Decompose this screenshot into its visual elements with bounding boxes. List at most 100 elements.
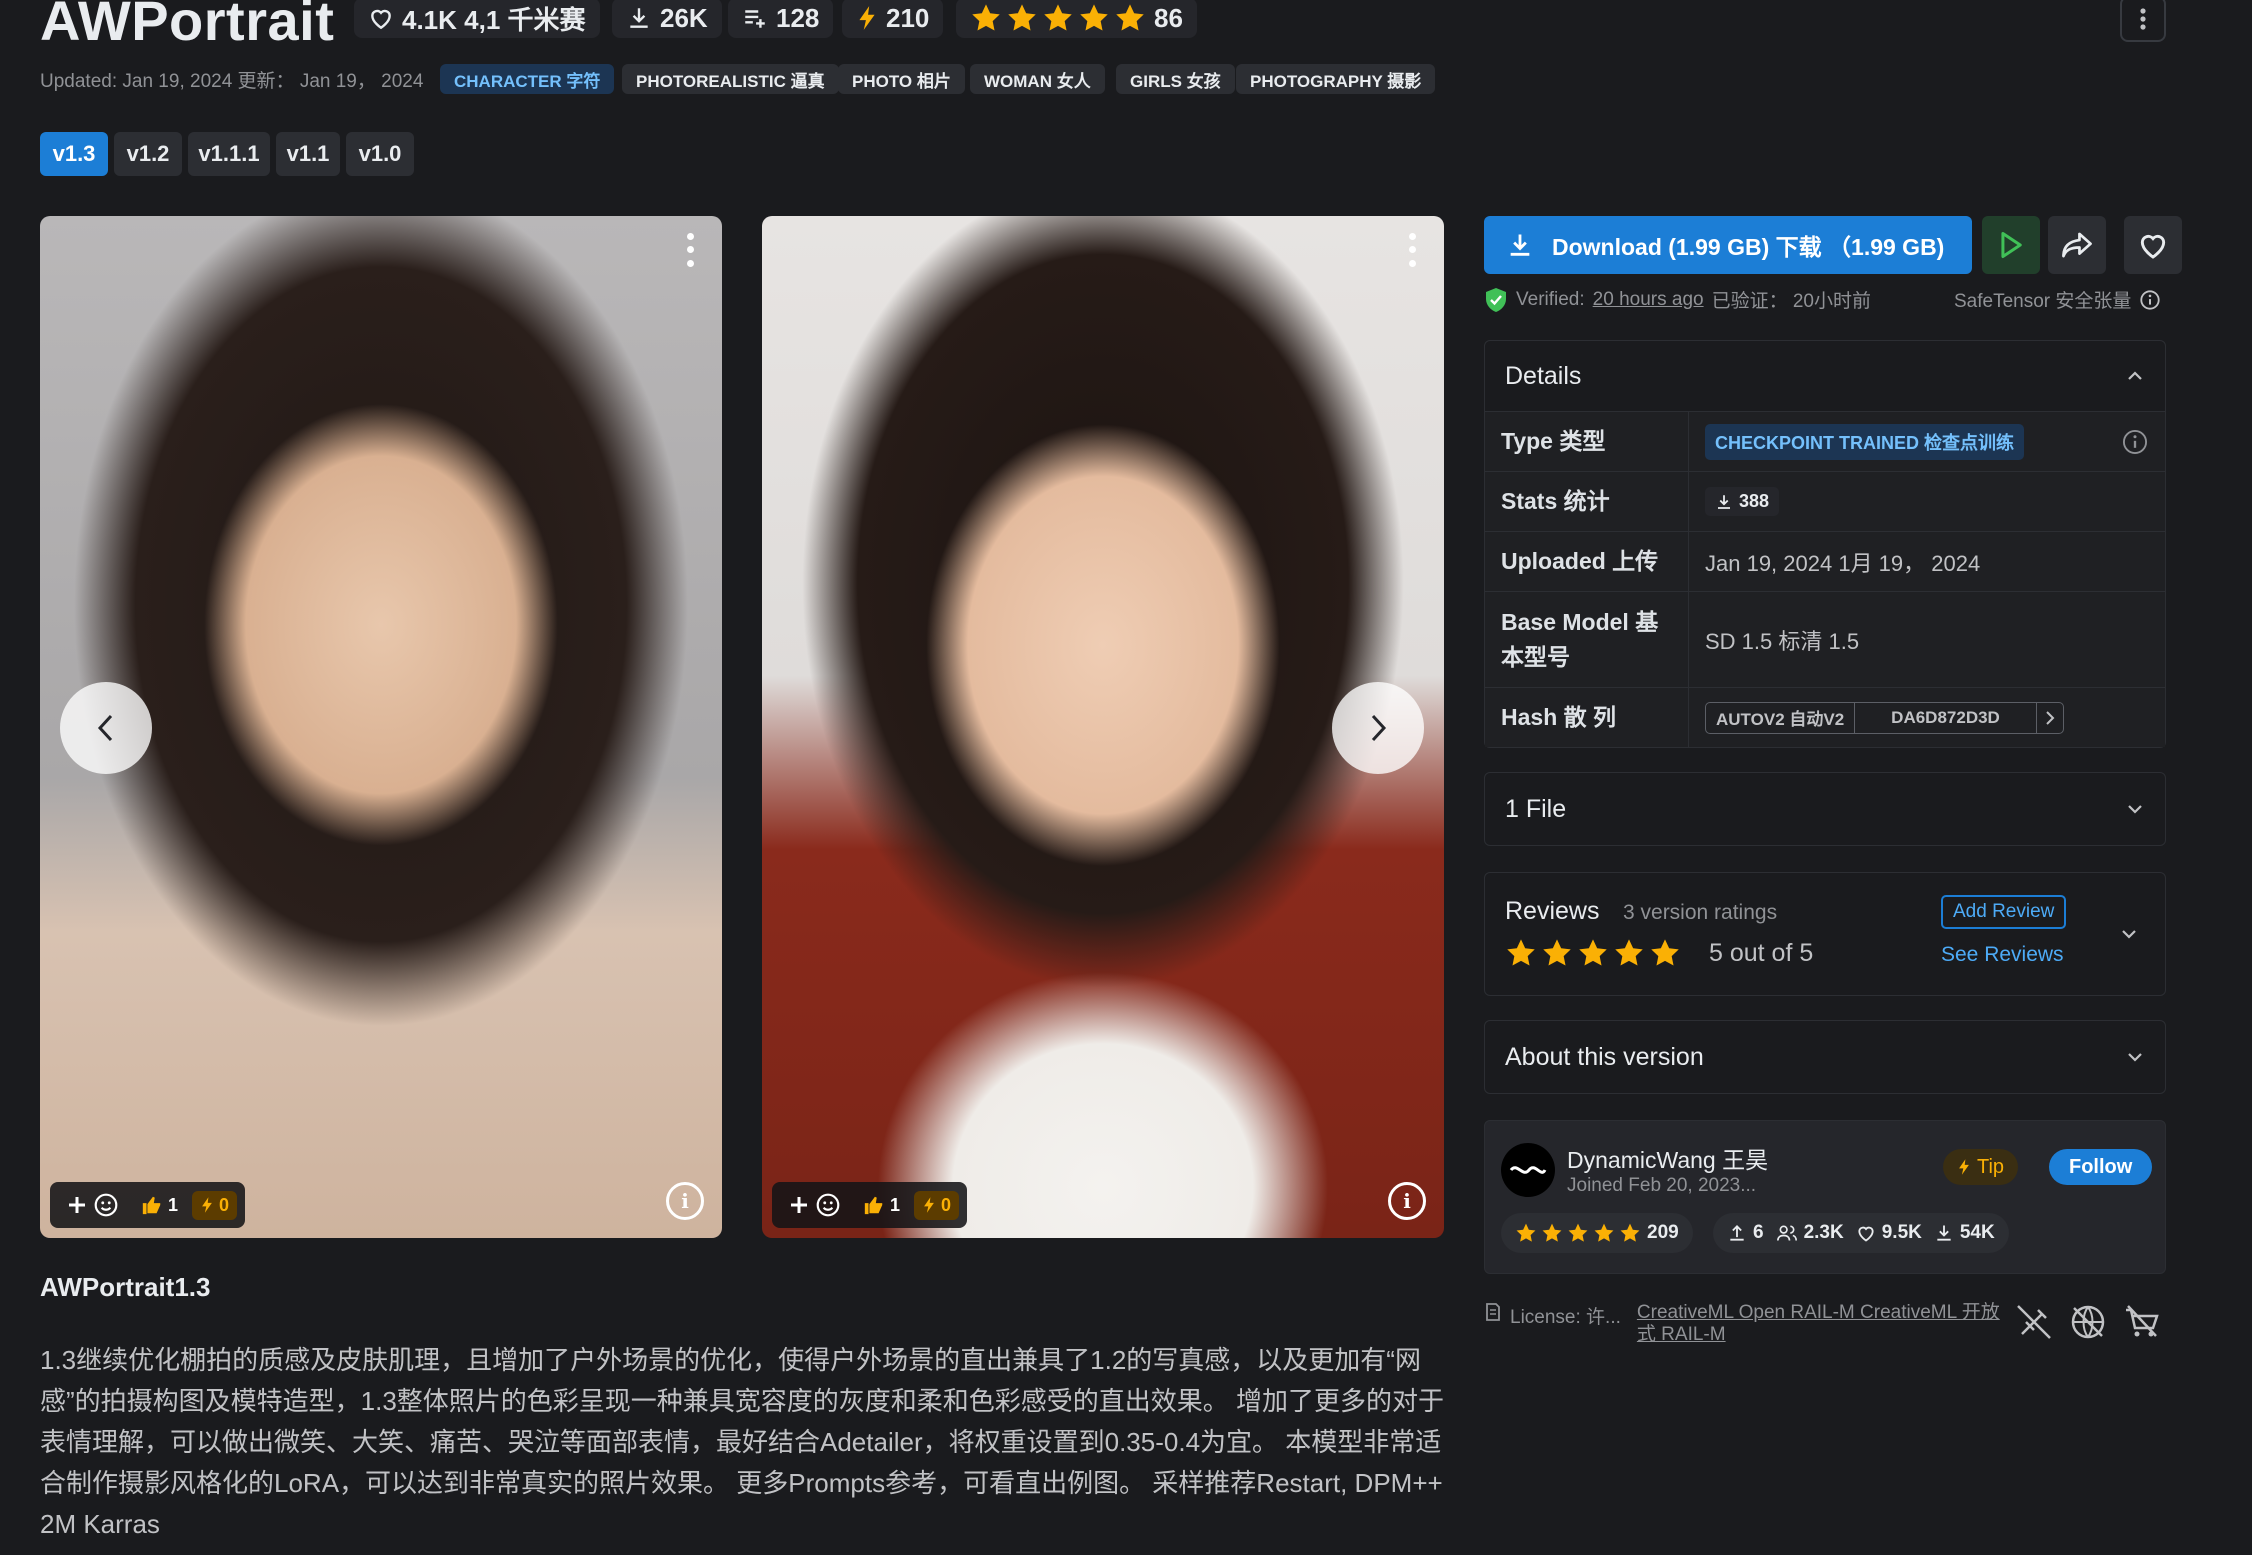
add-reaction-button[interactable] (780, 1188, 849, 1222)
description-title: AWPortrait1.3 (40, 1272, 211, 1302)
star-icon (1507, 939, 1535, 966)
verified-time-link[interactable]: 20 hours ago (1593, 289, 1704, 311)
download-stat-count: 388 (1739, 491, 1770, 511)
uploads-stat: 6 (1727, 1222, 1764, 1244)
download-button[interactable]: Download (1.99 GB) 下载 （1.99 GB) (1484, 216, 1972, 274)
rating-stat[interactable]: 86 (956, 0, 1197, 38)
bolt-icon (859, 6, 875, 30)
avatar[interactable] (1501, 1143, 1555, 1197)
share-button[interactable] (2048, 216, 2106, 274)
detail-row-hash: Hash 散 列 AUTOV2 自动V2 DA6D872D3D (1485, 687, 2165, 747)
tag-character[interactable]: CHARACTER 字符 (440, 64, 615, 94)
version-tab-v1-2[interactable]: v1.2 (114, 132, 182, 176)
description-body: 1.3继续优化棚拍的质感及皮肤肌理，且增加了户外场景的优化，使得户外场景的直出兼… (40, 1345, 1445, 1539)
image-info-button[interactable]: i (666, 1182, 704, 1220)
buzz-stat[interactable]: 210 (842, 0, 944, 38)
tip-button[interactable]: Tip (1943, 1149, 2019, 1185)
download-icon (1510, 234, 1530, 256)
tag-photography[interactable]: PHOTOGRAPHY 摄影 (1236, 64, 1436, 94)
files-heading: 1 File (1505, 794, 1567, 823)
likes-stat[interactable]: 4.1K 4,1 千米赛 (354, 0, 600, 38)
plus-icon (791, 1197, 807, 1213)
model-title: AWPortrait (40, 0, 335, 52)
download-stat-badge: 388 (1705, 487, 1780, 516)
creator-likes-stat: 9.5K (1856, 1222, 1922, 1244)
follow-button[interactable]: Follow (2049, 1149, 2153, 1185)
collections-stat[interactable]: 128 (728, 0, 834, 38)
star-icon (1615, 939, 1643, 966)
image-info-button[interactable]: i (1388, 1182, 1426, 1220)
star-icon (1594, 1223, 1614, 1242)
about-heading: About this version (1505, 1042, 1704, 1071)
reviews-count: 3 version ratings (1623, 901, 1778, 924)
image-reactions: 1 0 (50, 1182, 246, 1228)
info-icon[interactable] (2139, 289, 2161, 311)
thumbs-up-reaction[interactable]: 1 (133, 1190, 186, 1220)
tag-photo[interactable]: PHOTO 相片 (838, 64, 965, 94)
version-tab-v1-1[interactable]: v1.1 (276, 132, 340, 176)
followers-stat: 2.3K (1776, 1222, 1844, 1244)
thumbs-up-icon (864, 1196, 883, 1215)
carousel-next-button[interactable] (1332, 682, 1424, 774)
add-review-button[interactable]: Add Review (1941, 895, 2067, 929)
info-icon[interactable] (2121, 428, 2149, 456)
version-tab-v1-1-1[interactable]: v1.1.1 (188, 132, 270, 176)
heart-icon (2140, 234, 2166, 259)
download-icon (630, 8, 648, 28)
see-reviews-link[interactable]: See Reviews (1941, 943, 2064, 967)
play-icon (2001, 231, 2022, 259)
chevron-down-icon[interactable] (2119, 927, 2139, 941)
creator-rating-chip: 209 (1501, 1213, 1693, 1253)
about-panel[interactable]: About this version (1484, 1020, 2166, 1094)
base-model-value: SD 1.5 标清 1.5 (1705, 628, 1860, 654)
add-reaction-button[interactable] (58, 1188, 127, 1222)
hash-next-button[interactable] (2037, 703, 2063, 733)
hash-box[interactable]: AUTOV2 自动V2 DA6D872D3D (1705, 701, 2064, 734)
playlist-add-icon (745, 10, 765, 28)
star-icon (1008, 4, 1036, 31)
download-icon (1718, 494, 1730, 509)
star-icon (1542, 1223, 1562, 1242)
buzz-count: 0 (941, 1194, 952, 1215)
reviews-panel: Reviews 3 version ratings 5 out of 5 Add… (1484, 872, 2166, 996)
tag-photorealistic[interactable]: PHOTOREALISTIC 逼真 (622, 64, 839, 94)
more-options-button[interactable] (2120, 0, 2166, 42)
bolt-icon (924, 1197, 934, 1213)
license-label: License: 许... (1510, 1307, 1621, 1328)
star-icon (1116, 4, 1144, 31)
thumbs-up-reaction[interactable]: 1 (855, 1190, 908, 1220)
files-panel[interactable]: 1 File (1484, 772, 2166, 846)
creator-name[interactable]: DynamicWang 王昊 (1567, 1141, 1768, 1175)
smiley-icon (94, 1193, 118, 1217)
hash-type[interactable]: AUTOV2 自动V2 (1706, 702, 1856, 733)
no-commercial-use-icon[interactable] (2122, 1302, 2162, 1342)
image-menu-button[interactable] (680, 230, 700, 270)
version-tab-v1-0[interactable]: v1.0 (346, 132, 414, 176)
image-menu-button[interactable] (1402, 230, 1422, 270)
smiley-icon (816, 1193, 840, 1217)
upload-icon (1730, 1225, 1744, 1241)
collections-count: 128 (776, 2, 820, 33)
hash-value[interactable]: DA6D872D3D (1855, 702, 2037, 733)
license-link[interactable]: CreativeML Open RAIL-M CreativeML 开放式 RA… (1637, 1302, 2005, 1346)
verified-status: Verified: 20 hours ago 已验证： 20小时前 (1484, 286, 1871, 313)
favorite-button[interactable] (2124, 216, 2182, 274)
no-sell-images-icon[interactable] (2014, 1302, 2054, 1342)
carousel-prev-button[interactable] (60, 682, 152, 774)
likes-count: 1 (890, 1194, 901, 1215)
downloads-count: 26K (660, 2, 708, 33)
no-generation-service-icon[interactable] (2068, 1302, 2108, 1342)
star-icon (1543, 939, 1571, 966)
download-icon (1937, 1225, 1951, 1241)
run-button[interactable] (1982, 216, 2040, 274)
version-tab-v1-3[interactable]: v1.3 (40, 132, 108, 176)
buzz-reaction[interactable]: 0 (192, 1190, 238, 1220)
star-icon (1620, 1223, 1640, 1242)
details-header[interactable]: Details (1485, 341, 2165, 411)
buzz-reaction[interactable]: 0 (914, 1190, 960, 1220)
rating-stars (970, 2, 1146, 34)
tag-girls[interactable]: GIRLS 女孩 (1116, 64, 1235, 94)
share-icon (2062, 232, 2092, 258)
reviews-heading: Reviews (1505, 897, 1600, 925)
tag-woman[interactable]: WOMAN 女人 (970, 64, 1105, 94)
